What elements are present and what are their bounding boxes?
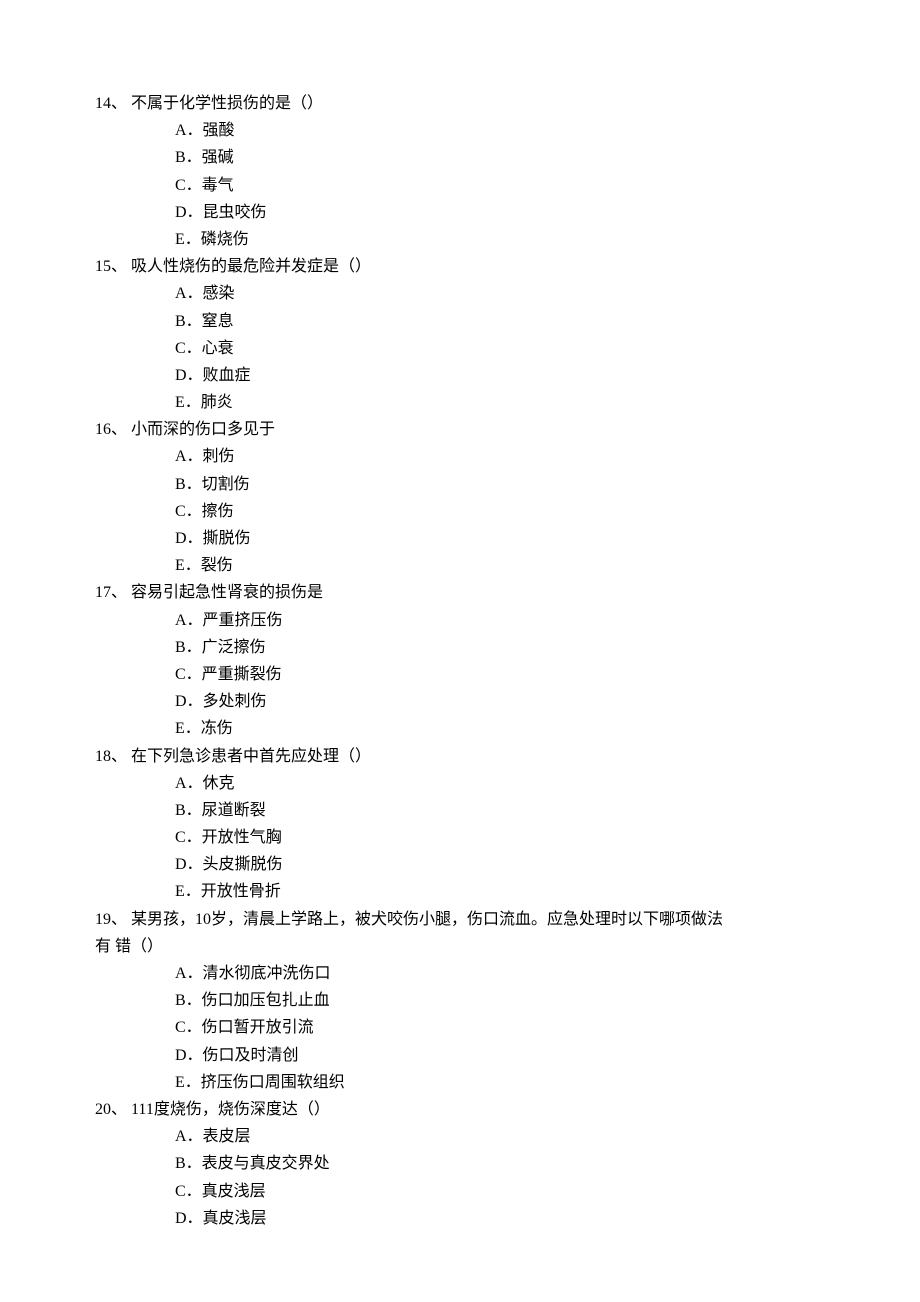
question-number: 20、 bbox=[95, 1101, 127, 1118]
question-stem: 15、 吸人性烧伤的最危险并发症是（） bbox=[95, 253, 825, 280]
options-list: A．表皮层 B．表皮与真皮交界处 C．真皮浅层 D．真皮浅层 bbox=[95, 1123, 825, 1232]
question-19: 19、 某男孩，10岁，清晨上学路上，被犬咬伤小腿，伤口流血。应急处理时以下哪项… bbox=[95, 906, 825, 1096]
option-a: A．休克 bbox=[175, 770, 825, 797]
question-stem: 19、 某男孩，10岁，清晨上学路上，被犬咬伤小腿，伤口流血。应急处理时以下哪项… bbox=[95, 906, 825, 933]
option-b: B．窒息 bbox=[175, 308, 825, 335]
option-d: D．昆虫咬伤 bbox=[175, 199, 825, 226]
document-page: 14、 不属于化学性损伤的是（） A．强酸 B．强碱 C．毒气 D．昆虫咬伤 E… bbox=[0, 0, 920, 1302]
option-e: E．冻伤 bbox=[175, 715, 825, 742]
question-18: 18、 在下列急诊患者中首先应处理（） A．休克 B．尿道断裂 C．开放性气胸 … bbox=[95, 743, 825, 906]
option-c: C．擦伤 bbox=[175, 498, 825, 525]
question-text: 某男孩，10岁，清晨上学路上，被犬咬伤小腿，伤口流血。应急处理时以下哪项做法 bbox=[131, 911, 723, 928]
option-e: E．挤压伤口周围软组织 bbox=[175, 1069, 825, 1096]
option-b: B．强碱 bbox=[175, 144, 825, 171]
question-text: 吸人性烧伤的最危险并发症是（） bbox=[131, 258, 371, 275]
question-text: 不属于化学性损伤的是（） bbox=[131, 95, 323, 112]
option-b: B．伤口加压包扎止血 bbox=[175, 987, 825, 1014]
option-d: D．头皮撕脱伤 bbox=[175, 851, 825, 878]
options-list: A．休克 B．尿道断裂 C．开放性气胸 D．头皮撕脱伤 E．开放性骨折 bbox=[95, 770, 825, 906]
question-text: 容易引起急性肾衰的损伤是 bbox=[131, 584, 323, 601]
question-16: 16、 小而深的伤口多见于 A．刺伤 B．切割伤 C．擦伤 D．撕脱伤 E．裂伤 bbox=[95, 416, 825, 579]
options-list: A．刺伤 B．切割伤 C．擦伤 D．撕脱伤 E．裂伤 bbox=[95, 443, 825, 579]
option-c: C．心衰 bbox=[175, 335, 825, 362]
question-stem: 16、 小而深的伤口多见于 bbox=[95, 416, 825, 443]
option-a: A．表皮层 bbox=[175, 1123, 825, 1150]
option-b: B．表皮与真皮交界处 bbox=[175, 1150, 825, 1177]
question-14: 14、 不属于化学性损伤的是（） A．强酸 B．强碱 C．毒气 D．昆虫咬伤 E… bbox=[95, 90, 825, 253]
option-a: A．严重挤压伤 bbox=[175, 607, 825, 634]
question-15: 15、 吸人性烧伤的最危险并发症是（） A．感染 B．窒息 C．心衰 D．败血症… bbox=[95, 253, 825, 416]
options-list: A．清水彻底冲洗伤口 B．伤口加压包扎止血 C．伤口暂开放引流 D．伤口及时清创… bbox=[95, 960, 825, 1096]
question-stem: 17、 容易引起急性肾衰的损伤是 bbox=[95, 579, 825, 606]
question-number: 18、 bbox=[95, 748, 127, 765]
question-17: 17、 容易引起急性肾衰的损伤是 A．严重挤压伤 B．广泛擦伤 C．严重撕裂伤 … bbox=[95, 579, 825, 742]
option-e: E．肺炎 bbox=[175, 389, 825, 416]
question-number: 14、 bbox=[95, 95, 127, 112]
option-e: E．裂伤 bbox=[175, 552, 825, 579]
question-number: 19、 bbox=[95, 911, 127, 928]
question-number: 17、 bbox=[95, 584, 127, 601]
option-e: E．开放性骨折 bbox=[175, 878, 825, 905]
option-d: D．撕脱伤 bbox=[175, 525, 825, 552]
option-d: D．多处刺伤 bbox=[175, 688, 825, 715]
option-c: C．伤口暂开放引流 bbox=[175, 1014, 825, 1041]
option-e: E．磷烧伤 bbox=[175, 226, 825, 253]
question-20: 20、 111度烧伤，烧伤深度达（） A．表皮层 B．表皮与真皮交界处 C．真皮… bbox=[95, 1096, 825, 1232]
option-d: D．真皮浅层 bbox=[175, 1205, 825, 1232]
option-d: D．败血症 bbox=[175, 362, 825, 389]
option-a: A．感染 bbox=[175, 280, 825, 307]
question-number: 15、 bbox=[95, 258, 127, 275]
option-a: A．强酸 bbox=[175, 117, 825, 144]
option-d: D．伤口及时清创 bbox=[175, 1042, 825, 1069]
options-list: A．严重挤压伤 B．广泛擦伤 C．严重撕裂伤 D．多处刺伤 E．冻伤 bbox=[95, 607, 825, 743]
question-number: 16、 bbox=[95, 421, 127, 438]
option-a: A．刺伤 bbox=[175, 443, 825, 470]
question-stem: 18、 在下列急诊患者中首先应处理（） bbox=[95, 743, 825, 770]
question-stem-line2: 有 错（） bbox=[95, 933, 825, 960]
options-list: A．强酸 B．强碱 C．毒气 D．昆虫咬伤 E．磷烧伤 bbox=[95, 117, 825, 253]
option-c: C．严重撕裂伤 bbox=[175, 661, 825, 688]
question-text: 在下列急诊患者中首先应处理（） bbox=[131, 748, 371, 765]
option-b: B．切割伤 bbox=[175, 471, 825, 498]
options-list: A．感染 B．窒息 C．心衰 D．败血症 E．肺炎 bbox=[95, 280, 825, 416]
question-text: 小而深的伤口多见于 bbox=[131, 421, 275, 438]
option-a: A．清水彻底冲洗伤口 bbox=[175, 960, 825, 987]
option-c: C．毒气 bbox=[175, 172, 825, 199]
option-b: B．广泛擦伤 bbox=[175, 634, 825, 661]
question-stem: 14、 不属于化学性损伤的是（） bbox=[95, 90, 825, 117]
option-b: B．尿道断裂 bbox=[175, 797, 825, 824]
question-text: 111度烧伤，烧伤深度达（） bbox=[131, 1101, 330, 1118]
question-stem: 20、 111度烧伤，烧伤深度达（） bbox=[95, 1096, 825, 1123]
option-c: C．真皮浅层 bbox=[175, 1178, 825, 1205]
option-c: C．开放性气胸 bbox=[175, 824, 825, 851]
